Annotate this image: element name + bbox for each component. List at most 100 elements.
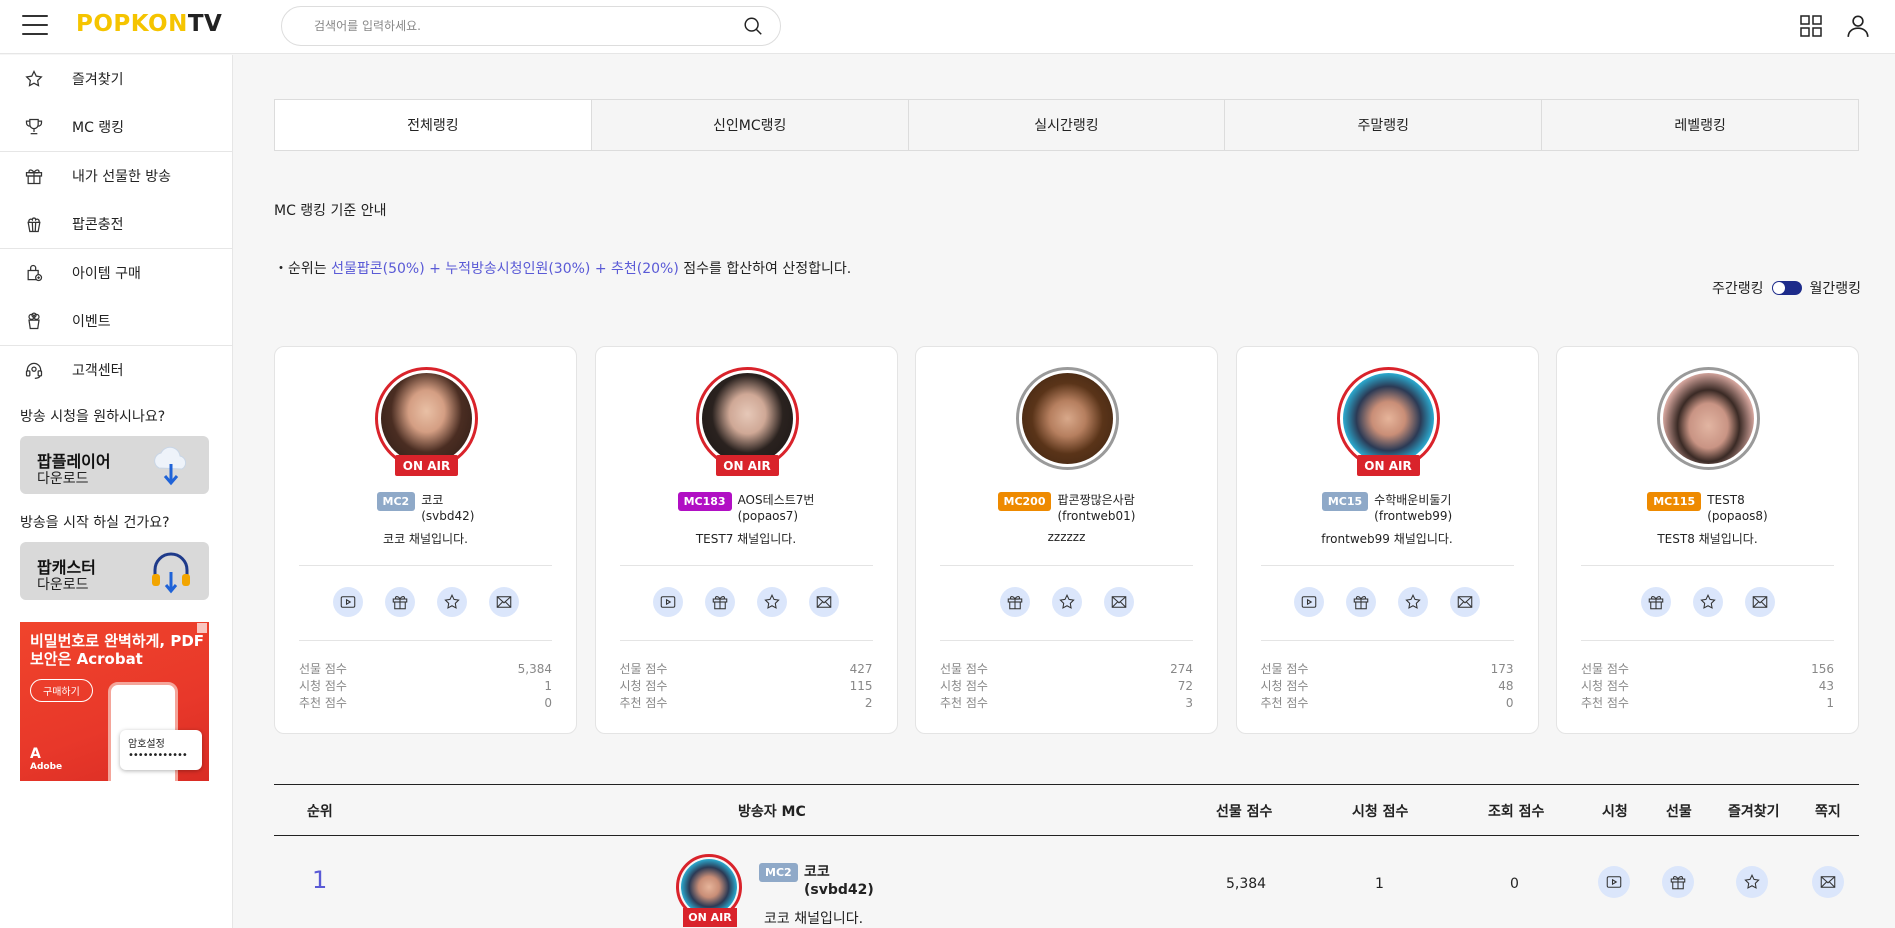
message-button[interactable] [1103,587,1134,617]
favorite-button[interactable] [1051,587,1082,617]
menu-icon[interactable] [22,15,48,35]
star-icon [1699,594,1716,609]
mc-name[interactable]: TEST8 (popaos8) [1707,492,1768,524]
star-icon [25,70,43,87]
gift-button[interactable] [384,587,415,617]
mc-name[interactable]: 코코 (svbd42) [804,863,874,899]
tab-weekend-ranking[interactable]: 주말랭킹 [1225,100,1543,150]
envelope-icon [496,596,511,608]
rec-score-value: 1 [1826,696,1834,710]
table-row[interactable]: 1 ON AIR MC2 코코 (svbd42) 코코 채널입니다. 5,384 … [274,836,1859,928]
col-view-score: 시청 점수 [1352,804,1409,820]
mc-avatar-ring[interactable] [1657,367,1760,470]
mc-name[interactable]: 팝콘짱많은사람 (frontweb01) [1057,492,1135,524]
popplayer-download-button[interactable]: 팝플레이어 다운로드 [20,436,209,494]
mc-card[interactable]: ON AIR MC2 코코 (svbd42) 코코 채널입니다. 선물 점수 5,3… [274,346,577,734]
ad-password-popup: 암호설정 •••••••••••• [120,730,202,770]
rec-score-value: 0 [544,696,552,710]
tab-overall-ranking[interactable]: 전체랭킹 [275,100,592,150]
view-score-value: 72 [1177,679,1193,693]
gift-button[interactable] [1346,587,1376,617]
mc-card[interactable]: ON AIR MC15 수학배운비둘기 (frontweb99) frontweb… [1235,346,1539,734]
message-button[interactable] [1450,587,1480,617]
sidebar: 즐겨찾기 MC 랭킹 내가 선물한 방송 팝콘충전 아이템 구매 이벤트 고객센… [0,55,233,928]
rec-score-value: 3 [1185,696,1193,710]
search-box [281,6,781,46]
mc-name[interactable]: 코코 (svbd42) [421,492,474,524]
mc-name[interactable]: AOS테스트7번 (popaos7) [738,492,815,524]
sidebar-item-mc-ranking[interactable]: MC 랭킹 [0,103,232,151]
sidebar-item-favorites[interactable]: 즐겨찾기 [0,55,232,103]
favorite-button[interactable] [1692,587,1723,617]
mc-info: MC115 TEST8 (popaos8) [1557,492,1858,524]
tab-rookie-mc-ranking[interactable]: 신인MC랭킹 [591,100,909,150]
watch-button[interactable] [1598,866,1630,898]
weekly-ranking-label[interactable]: 주간랭킹 [1712,278,1764,298]
view-score-label: 시청 점수 [1581,679,1629,693]
watch-question: 방송 시청을 원하시나요? [20,409,166,425]
mc-name[interactable]: 수학배운비둘기 (frontweb99) [1374,492,1452,524]
sidebar-item-customer-center[interactable]: 고객센터 [0,346,232,394]
search-icon[interactable] [742,15,764,37]
envelope-icon [1752,596,1767,608]
mc-card[interactable]: ON AIR MC183 AOS테스트7번 (popaos7) TEST7 채널입… [594,346,898,734]
search-input[interactable] [314,19,742,33]
user-icon[interactable] [1845,13,1871,39]
period-switch[interactable] [1771,281,1802,295]
tab-level-ranking[interactable]: 레벨랭킹 [1542,100,1858,150]
star-icon [764,594,780,609]
col-rank: 순위 [307,804,333,820]
mc-info: MC200 팝콘짱많은사람 (frontweb01) [916,492,1217,524]
ranking-table: 순위 방송자 MC 선물 점수 시청 점수 조회 점수 시청 선물 즐겨찾기 쪽… [274,784,1859,928]
info-desc-suffix: 점수를 합산하여 산정합니다. [678,261,852,277]
grid-icon[interactable] [1799,14,1823,38]
mc-channel-desc: 코코 채널입니다. [764,911,864,927]
logo[interactable]: POPKONTV [76,11,222,37]
message-button[interactable] [1744,587,1775,617]
favorite-button[interactable] [757,587,787,617]
gift-icon [1353,596,1369,610]
mc-info: MC15 수학배운비둘기 (frontweb99) [1237,492,1538,524]
popcaster-download-button[interactable]: 팝캐스터 다운로드 [20,542,209,600]
item-icon [27,264,43,282]
mc-channel-desc: TEST7 채널입니다. [695,532,797,546]
sidebar-item-popcorn-charge[interactable]: 팝콘충전 [0,200,232,248]
gift-button[interactable] [999,587,1030,617]
rec-score-label: 추천 점수 [1581,696,1629,710]
gift-button[interactable] [705,587,735,617]
ad-buy-button[interactable]: 구매하기 [30,679,93,702]
start-question: 방송을 시작 하실 건가요? [20,515,170,531]
gift-button[interactable] [1662,866,1694,898]
watch-button[interactable] [332,587,363,617]
monthly-ranking-label[interactable]: 월간랭킹 [1810,278,1862,298]
view-score-value: 115 [849,679,873,693]
gift-button[interactable] [1640,587,1671,617]
gift-icon [1648,596,1663,610]
message-button[interactable] [809,587,839,617]
message-button[interactable] [488,587,519,617]
mc-avatar-ring[interactable] [1016,367,1119,470]
message-button[interactable] [1812,866,1844,898]
rec-score-label: 추천 점수 [1260,696,1309,710]
mc-card[interactable]: MC115 TEST8 (popaos8) TEST8 채널입니다. 선물 점수 1… [1556,346,1859,734]
avatar [1022,373,1113,464]
mc-card[interactable]: MC200 팝콘짱많은사람 (frontweb01) zzzzzz 선물 점수 27… [915,346,1218,734]
gift-score-value: 5,384 [517,662,552,676]
view-score-label: 시청 점수 [299,679,347,693]
mc-nickname: 팝콘짱많은사람 [1057,493,1135,507]
sidebar-item-my-gifts[interactable]: 내가 선물한 방송 [0,152,232,200]
acrobat-ad-banner[interactable]: 비밀번호로 완벽하게, PDF 보안은 Acrobat 구매하기 암호설정 •••… [20,622,209,781]
sidebar-item-item-purchase[interactable]: 아이템 구매 [0,249,232,297]
sidebar-item-event[interactable]: 이벤트 [0,297,232,345]
favorite-button[interactable] [1736,866,1768,898]
watch-button[interactable] [1294,587,1324,617]
mc-nickname: 코코 [804,864,830,880]
favorite-button[interactable] [1398,587,1428,617]
star-icon [1405,594,1421,609]
adchoices-icon[interactable] [197,623,207,633]
mc-nickname: AOS테스트7번 [737,493,815,507]
mc-id: (frontweb99) [1374,509,1453,523]
watch-button[interactable] [653,587,683,617]
favorite-button[interactable] [436,587,467,617]
tab-realtime-ranking[interactable]: 실시간랭킹 [908,100,1226,150]
